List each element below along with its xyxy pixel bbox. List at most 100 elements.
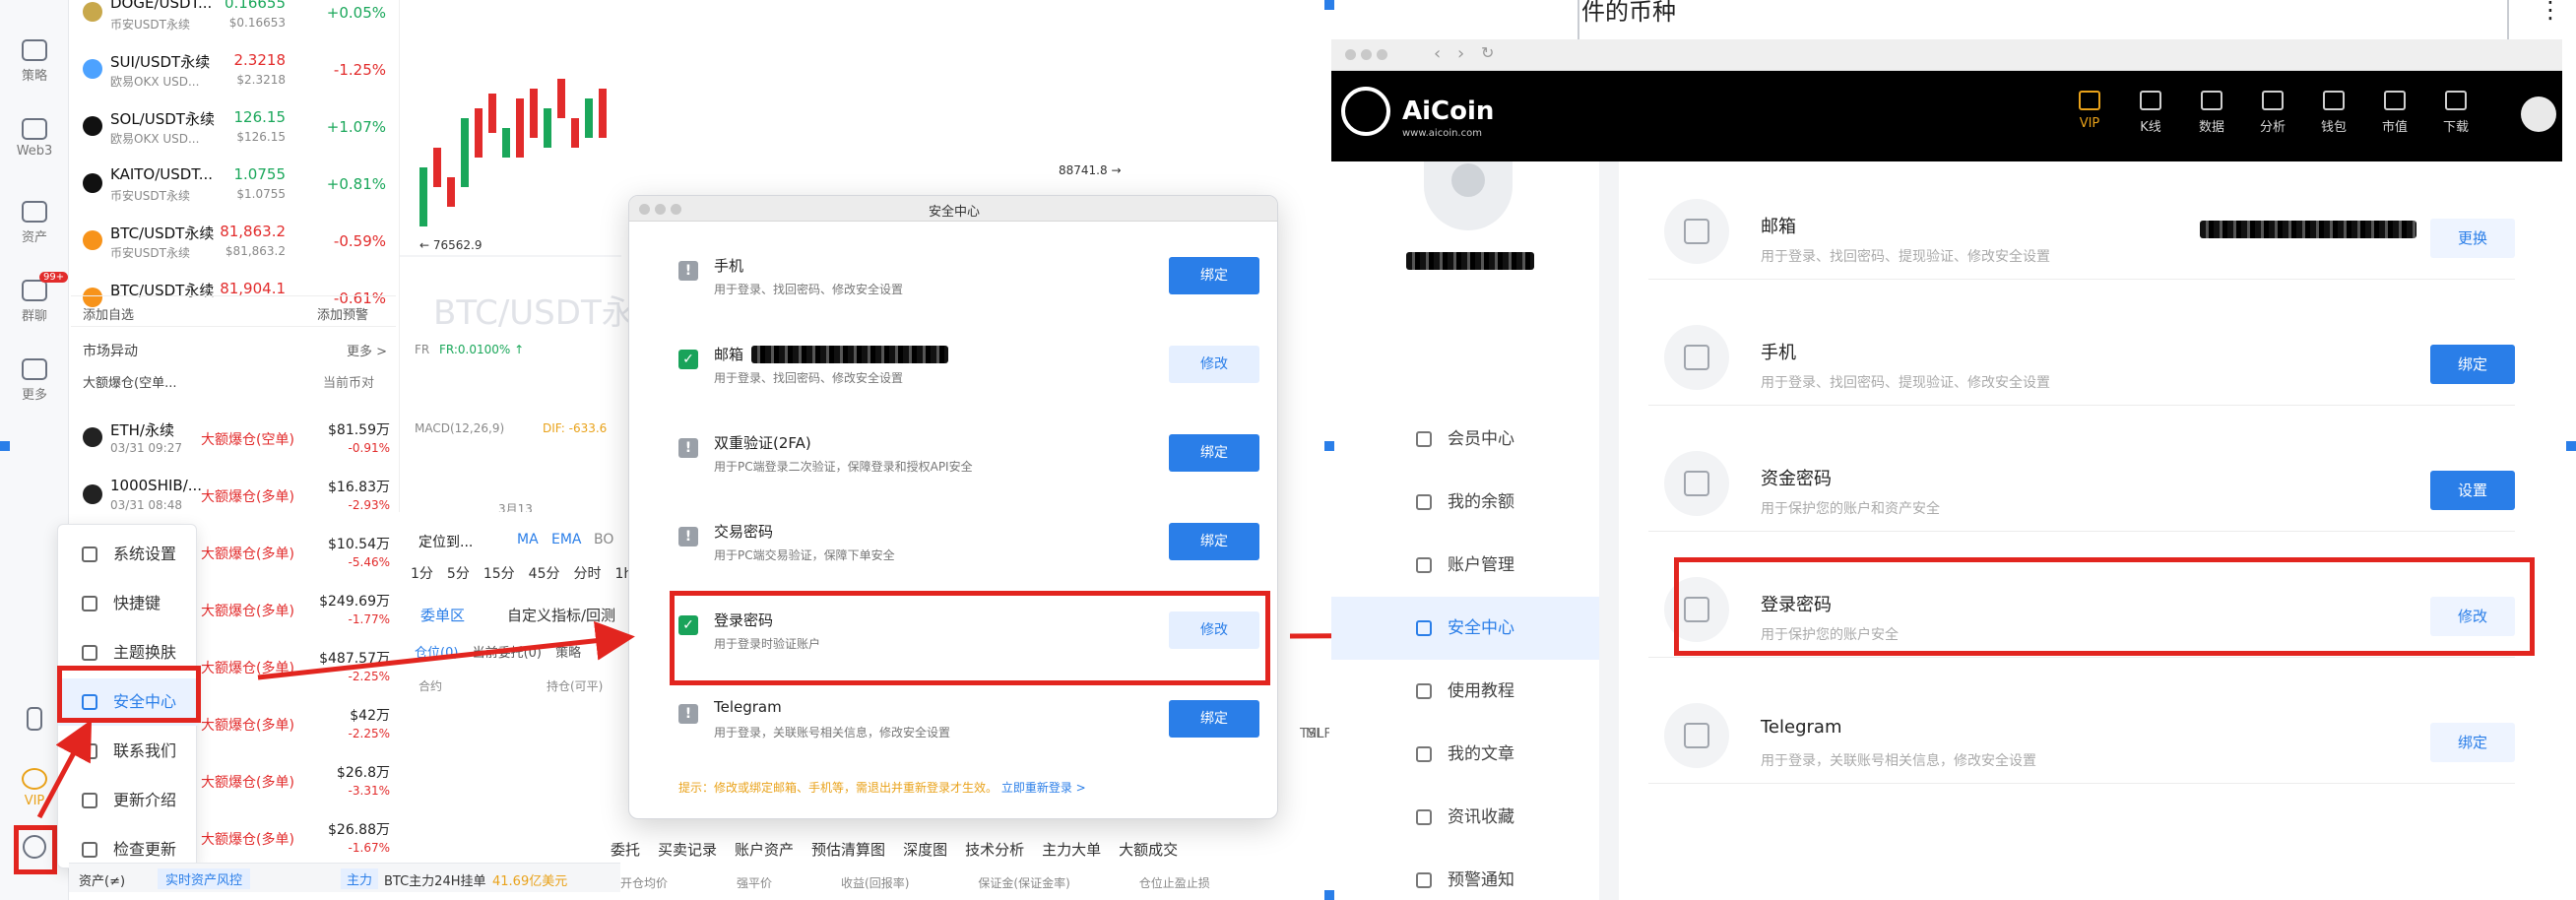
redacted-username bbox=[1406, 252, 1534, 270]
nav-icon bbox=[2445, 91, 2467, 110]
reload-icon[interactable]: ↻ bbox=[1481, 43, 1494, 62]
sidebar-item-2[interactable]: 账户管理 bbox=[1331, 534, 1599, 597]
nav-item-0[interactable]: VIP bbox=[2060, 91, 2119, 131]
back-icon[interactable]: ‹ bbox=[1434, 43, 1441, 64]
sidebar-item-icon bbox=[1416, 620, 1432, 636]
row-icon-wrap bbox=[1664, 199, 1729, 264]
gutter bbox=[1599, 161, 1619, 900]
nav-label: 钱包 bbox=[2320, 120, 2347, 135]
row-icon-wrap bbox=[1664, 703, 1729, 768]
nav-item-4[interactable]: 钱包 bbox=[2304, 91, 2363, 135]
row-action-button[interactable]: 更换 bbox=[2430, 219, 2515, 258]
sidebar-item-label: 使用教程 bbox=[1448, 681, 1514, 701]
sidebar-item-7[interactable]: 预警通知 bbox=[1331, 849, 1599, 900]
arrow-gear-to-menu bbox=[36, 719, 93, 819]
security-row: 邮箱用于登录、找回密码、提现验证、修改安全设置 更换 bbox=[1648, 161, 2515, 280]
minimize-dot[interactable] bbox=[1361, 49, 1372, 60]
sidebar-item-icon bbox=[1416, 683, 1432, 699]
sidebar-item-5[interactable]: 我的文章 bbox=[1331, 723, 1599, 786]
row-action-button[interactable]: 绑定 bbox=[2430, 723, 2515, 762]
redacted-email bbox=[2200, 221, 2416, 238]
row-action-button[interactable]: 设置 bbox=[2430, 471, 2515, 510]
sidebar-item-4[interactable]: 使用教程 bbox=[1331, 660, 1599, 723]
row-desc: 用于保护您的账户和资产安全 bbox=[1761, 501, 1940, 517]
nav-item-3[interactable]: 分析 bbox=[2243, 91, 2302, 135]
web-security-page: 件的币种 ⋮ ‹ › ↻ AiCoin www.aicoin.com VIP K线… bbox=[1331, 0, 2576, 900]
nav-label: 分析 bbox=[2259, 120, 2286, 135]
browser-chrome: ‹ › ↻ bbox=[1331, 39, 2562, 71]
sidebar-item-icon bbox=[1416, 494, 1432, 510]
selection-handle[interactable] bbox=[1324, 0, 1334, 10]
row-title: 资金密码 bbox=[1761, 469, 1832, 489]
row-action-button[interactable]: 绑定 bbox=[2430, 345, 2515, 384]
nav-item-5[interactable]: 市值 bbox=[2365, 91, 2424, 135]
nav-icon bbox=[2140, 91, 2161, 110]
row-desc: 用于登录，关联账号相关信息，修改安全设置 bbox=[1761, 753, 2036, 769]
row-icon bbox=[1684, 471, 1709, 496]
sidebar-item-label: 预警通知 bbox=[1448, 870, 1514, 890]
row-title: 邮箱 bbox=[1761, 217, 1796, 237]
avatar[interactable] bbox=[2521, 96, 2556, 132]
sidebar-item-label: 我的文章 bbox=[1448, 744, 1514, 764]
nav-icon bbox=[2079, 91, 2100, 110]
security-row: 手机用于登录、找回密码、提现验证、修改安全设置 绑定 bbox=[1648, 288, 2515, 406]
avatar bbox=[1424, 161, 1513, 230]
logo-subtext: www.aicoin.com bbox=[1402, 128, 1482, 139]
annotation-box-login-password-web bbox=[1674, 557, 2535, 656]
sidebar-item-1[interactable]: 我的余额 bbox=[1331, 471, 1599, 534]
avatar-head bbox=[1451, 163, 1485, 197]
top-strip: 件的币种 ⋮ bbox=[1331, 0, 2576, 39]
kebab-icon[interactable]: ⋮ bbox=[2539, 0, 2562, 22]
nav-label: 市值 bbox=[2381, 120, 2408, 135]
arrow-menu-to-dialog bbox=[257, 620, 635, 680]
security-settings: 邮箱 用于登录、找回密码、提现验证、修改安全设置 更换 手机 用于登录、找回密码、提现验… bbox=[1619, 161, 2562, 900]
sidebar-item-icon bbox=[1416, 809, 1432, 825]
security-row: 资金密码用于保护您的账户和资产安全 设置 bbox=[1648, 414, 2515, 532]
zoom-dot[interactable] bbox=[1377, 49, 1387, 60]
nav-item-1[interactable]: K线 bbox=[2121, 91, 2180, 135]
row-title: 手机 bbox=[1761, 343, 1796, 363]
row-icon bbox=[1684, 345, 1709, 370]
sidebar-item-icon bbox=[1416, 557, 1432, 573]
sidebar-item-0[interactable]: 会员中心 bbox=[1331, 408, 1599, 471]
selection-handle[interactable] bbox=[2566, 441, 2576, 451]
sidebar-item-3[interactable]: 安全中心 bbox=[1331, 597, 1599, 660]
top-text: 件的币种 bbox=[1581, 0, 1676, 26]
row-desc: 用于登录、找回密码、提现验证、修改安全设置 bbox=[1761, 249, 2050, 265]
forward-icon[interactable]: › bbox=[1457, 43, 1464, 64]
sidebar-item-label: 会员中心 bbox=[1448, 429, 1514, 449]
sidebar-item-label: 资讯收藏 bbox=[1448, 807, 1514, 827]
selection-handle[interactable] bbox=[0, 441, 10, 451]
sidebar-item-label: 我的余额 bbox=[1448, 492, 1514, 512]
nav-icon bbox=[2323, 91, 2345, 110]
sidebar-item-icon bbox=[1416, 431, 1432, 447]
nav-label: 下载 bbox=[2442, 120, 2469, 135]
sidebar-item-icon bbox=[1416, 746, 1432, 762]
selection-handle[interactable] bbox=[1324, 441, 1334, 451]
aicoin-logo-icon[interactable] bbox=[1341, 87, 1390, 136]
row-icon bbox=[1684, 723, 1709, 748]
sidebar-item-icon bbox=[1416, 872, 1432, 888]
nav-icon bbox=[2201, 91, 2222, 110]
row-desc: 用于登录、找回密码、提现验证、修改安全设置 bbox=[1761, 375, 2050, 391]
security-row: Telegram 用于登录，关联账号相关信息，修改安全设置 绑定 bbox=[1648, 666, 2515, 784]
logo-text[interactable]: AiCoin bbox=[1402, 96, 1494, 126]
close-dot[interactable] bbox=[1345, 49, 1356, 60]
row-icon-wrap bbox=[1664, 325, 1729, 390]
row-title: Telegram bbox=[1761, 717, 1842, 738]
nav-label: VIP bbox=[2079, 116, 2100, 131]
sidebar-item-label: 账户管理 bbox=[1448, 555, 1514, 575]
account-sidebar: 会员中心我的余额账户管理安全中心使用教程我的文章资讯收藏预警通知 bbox=[1331, 161, 1599, 900]
nav-item-2[interactable]: 数据 bbox=[2182, 91, 2241, 135]
selection-handle[interactable] bbox=[1324, 890, 1334, 900]
row-icon-wrap bbox=[1664, 451, 1729, 516]
nav-item-6[interactable]: 下载 bbox=[2426, 91, 2485, 135]
divider bbox=[2507, 0, 2509, 39]
row-icon bbox=[1684, 219, 1709, 244]
nav-label: K线 bbox=[2140, 120, 2161, 135]
nav-label: 数据 bbox=[2198, 120, 2224, 135]
site-header: AiCoin www.aicoin.com VIP K线 数据 分析 钱包 市值 下载 bbox=[1331, 71, 2562, 161]
divider bbox=[1578, 0, 1579, 39]
sidebar-item-label: 安全中心 bbox=[1448, 618, 1514, 638]
sidebar-item-6[interactable]: 资讯收藏 bbox=[1331, 786, 1599, 849]
